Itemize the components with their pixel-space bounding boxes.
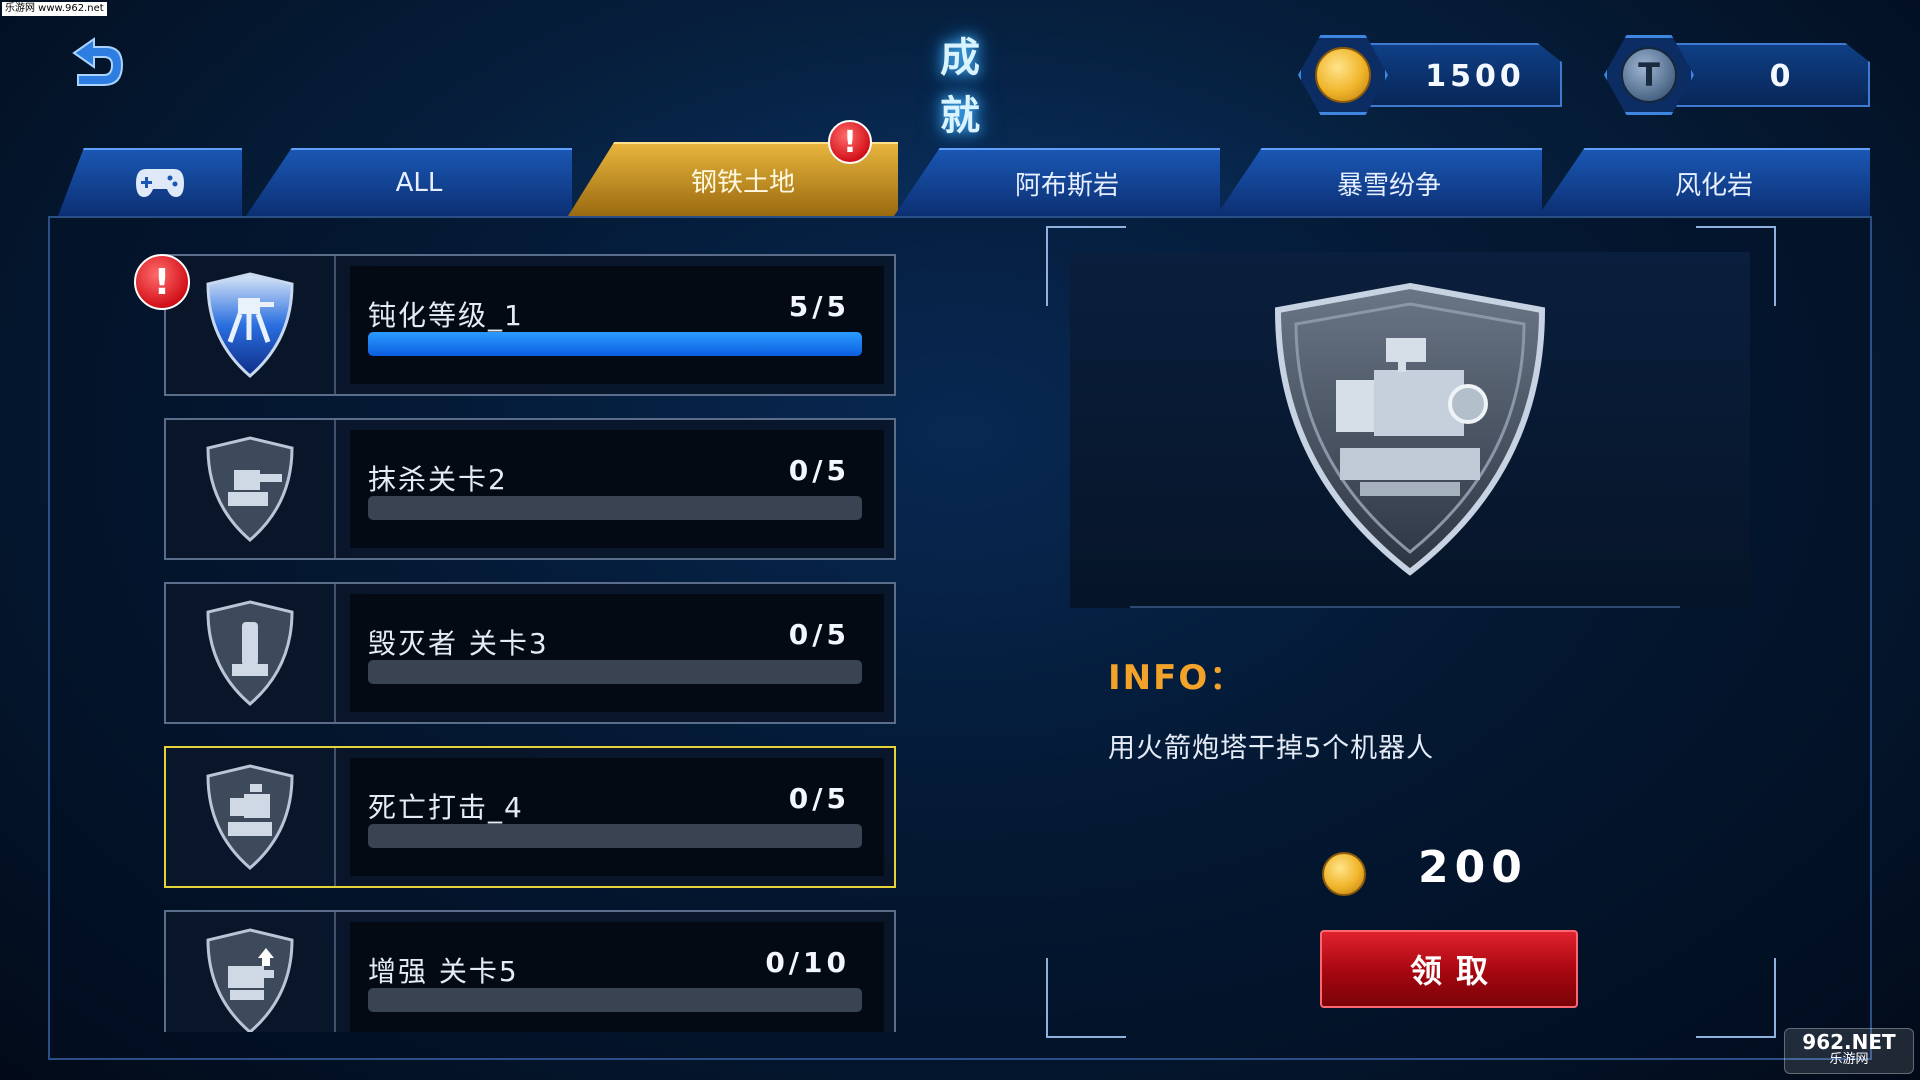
upgrade-turret-shield-icon xyxy=(206,928,294,1032)
achievement-name: 毁灭者 关卡3 xyxy=(368,627,549,660)
category-tabs: ALL 钢铁土地 阿布斯岩 暴雪纷争 风化岩 ! xyxy=(58,120,1870,218)
cannon-turret-shield-icon xyxy=(206,436,294,542)
achievement-body: 死亡打击_4 0/5 xyxy=(350,758,884,876)
reward: 200 xyxy=(1322,838,1622,908)
token-balance: 0 T xyxy=(1604,35,1870,115)
achievement-progress-text: 0/10 xyxy=(765,946,850,979)
achievement-detail-panel: INFO： 用火箭炮塔干掉5个机器人 200 领取 xyxy=(1046,226,1776,1038)
gold-coin-icon xyxy=(1315,47,1371,103)
achievement-progress-text: 0/5 xyxy=(788,782,850,815)
tab-abus-rock[interactable]: 阿布斯岩 xyxy=(894,148,1220,216)
achievement-row[interactable]: 抹杀关卡2 0/5 xyxy=(164,418,896,560)
achievement-body: 钝化等级_1 5/5 xyxy=(350,266,884,384)
achievement-row[interactable]: 增强 关卡5 0/10 xyxy=(164,910,896,1032)
achievement-row[interactable]: 钝化等级_1 5/5 xyxy=(164,254,896,396)
gold-coin-icon xyxy=(1322,852,1366,896)
achievement-progress-fill xyxy=(368,332,862,356)
achievement-list[interactable]: 钝化等级_1 5/5 抹杀关卡2 0/5 毁灭者 关卡3 0/5 死亡打击_4 … xyxy=(164,252,896,1032)
achievement-preview xyxy=(1070,252,1750,608)
tab-label: 阿布斯岩 xyxy=(1014,170,1119,201)
achievement-progress-bar xyxy=(368,660,862,684)
tab-label: 风化岩 xyxy=(1674,170,1753,201)
achievement-icon-cell xyxy=(166,256,336,394)
tab-label: 暴雪纷争 xyxy=(1336,170,1441,201)
achievement-icon-cell xyxy=(166,420,336,558)
achievement-row[interactable]: 死亡打击_4 0/5 xyxy=(164,746,896,888)
token-balance-value: 0 xyxy=(1769,59,1795,94)
frame-corner xyxy=(1696,958,1776,1038)
achievement-alert-icon: ! xyxy=(134,254,190,310)
achievement-name: 钝化等级_1 xyxy=(368,299,524,332)
achievement-icon-cell xyxy=(166,748,336,886)
watermark-logo: 962.NET 乐游网 xyxy=(1784,1028,1914,1074)
achievement-body: 毁灭者 关卡3 0/5 xyxy=(350,594,884,712)
gamepad-icon xyxy=(136,169,184,197)
achievement-name: 死亡打击_4 xyxy=(368,791,524,824)
info-description: 用火箭炮塔干掉5个机器人 xyxy=(1108,733,1435,764)
rocket-turret-shield-icon xyxy=(206,764,294,870)
achievement-progress-text: 0/5 xyxy=(788,454,850,487)
achievement-body: 抹杀关卡2 0/5 xyxy=(350,430,884,548)
achievement-progress-text: 5/5 xyxy=(788,290,850,323)
achievement-progress-bar xyxy=(368,824,862,848)
achievement-icon-cell xyxy=(166,912,336,1032)
coin-balance-value: 1500 xyxy=(1425,59,1525,94)
achievement-progress-text: 0/5 xyxy=(788,618,850,651)
claim-button[interactable]: 领取 xyxy=(1320,930,1578,1008)
achievement-name: 抹杀关卡2 xyxy=(368,463,508,496)
tower-turret-shield-icon xyxy=(206,600,294,706)
achievement-name: 增强 关卡5 xyxy=(368,955,519,988)
back-button[interactable] xyxy=(60,35,130,95)
watermark-text: 乐游网 www.962.net xyxy=(2,2,107,16)
frame-corner xyxy=(1046,958,1126,1038)
achievement-progress-bar xyxy=(368,988,862,1012)
t-token-icon: T xyxy=(1621,47,1677,103)
tab-blizzard-war[interactable]: 暴雪纷争 xyxy=(1216,148,1542,216)
reward-value: 200 xyxy=(1418,842,1528,893)
tab-all[interactable]: ALL xyxy=(246,148,572,216)
info-label: INFO： xyxy=(1108,658,1246,698)
rocket-turret-shield-icon xyxy=(1274,282,1546,576)
achievement-icon-cell xyxy=(166,584,336,722)
achievement-body: 增强 关卡5 0/10 xyxy=(350,922,884,1032)
tab-label: 钢铁土地 xyxy=(690,167,795,198)
tab-weathered-rock[interactable]: 风化岩 xyxy=(1538,148,1870,216)
page-title: 成 就 xyxy=(940,35,1016,139)
tab-gamepad[interactable] xyxy=(58,148,242,216)
achievement-progress-bar xyxy=(368,332,862,356)
tab-label: ALL xyxy=(395,168,443,198)
achievement-progress-bar xyxy=(368,496,862,520)
undo-arrow-icon xyxy=(72,37,124,86)
walker-mech-shield-icon xyxy=(206,272,294,378)
coin-balance: 1500 xyxy=(1298,35,1562,115)
achievement-row[interactable]: 毁灭者 关卡3 0/5 xyxy=(164,582,896,724)
divider xyxy=(1130,606,1680,608)
tab-alert-icon: ! xyxy=(828,120,872,164)
